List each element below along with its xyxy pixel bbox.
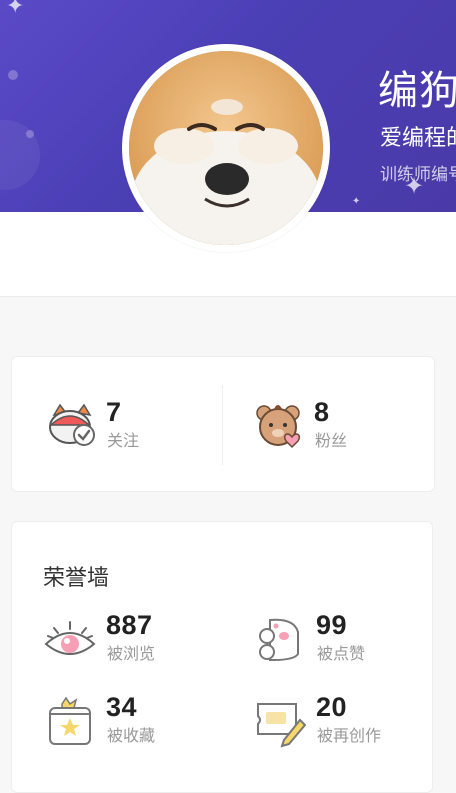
shiba-avatar-icon — [129, 51, 323, 245]
star-box-icon — [49, 696, 91, 745]
social-stats-card: 7 关注 8 粉丝 — [11, 356, 435, 492]
fans-label: 粉丝 — [315, 431, 348, 450]
remix-stat[interactable]: 20 被再创作 — [254, 692, 424, 752]
trainer-id: 训练师编号 — [380, 165, 456, 185]
honor-wall-title: 荣誉墙 — [43, 566, 110, 591]
sparkle-icon: ✦ — [6, 0, 25, 19]
following-count: 7 — [106, 397, 122, 427]
following-label: 关注 — [107, 431, 140, 450]
likes-count: 99 — [316, 610, 348, 640]
banner-dot — [0, 120, 40, 190]
favorites-count: 34 — [106, 692, 138, 722]
stats-divider — [222, 385, 223, 465]
banner-dot — [8, 70, 18, 80]
eye-icon — [44, 621, 96, 655]
likes-stat[interactable]: 99 被点赞 — [254, 610, 424, 670]
avatar[interactable] — [122, 44, 330, 252]
bear-heart-icon — [256, 405, 301, 449]
honor-wall-card: 荣誉墙 887 被浏览 99 被点赞 34 被收藏 20 被再创作 — [11, 521, 433, 793]
favorites-label: 被收藏 — [107, 726, 156, 745]
pencil-card-icon — [257, 703, 306, 748]
user-tagline: 爱编程的 — [380, 126, 456, 151]
views-stat[interactable]: 887 被浏览 — [44, 610, 214, 670]
remix-count: 20 — [316, 692, 348, 722]
views-label: 被浏览 — [107, 644, 156, 663]
likes-label: 被点赞 — [317, 644, 366, 663]
favorites-stat[interactable]: 34 被收藏 — [44, 692, 214, 752]
remix-label: 被再创作 — [317, 726, 382, 745]
fans-stat[interactable]: 8 粉丝 — [254, 397, 414, 457]
sparkle-icon: ✦ — [352, 196, 361, 207]
username: 编狗 — [378, 68, 456, 114]
paw-like-icon — [259, 618, 299, 661]
views-count: 887 — [106, 610, 153, 640]
following-stat[interactable]: 7 关注 — [46, 397, 206, 457]
cat-check-icon — [49, 403, 95, 446]
fans-count: 8 — [314, 397, 330, 427]
